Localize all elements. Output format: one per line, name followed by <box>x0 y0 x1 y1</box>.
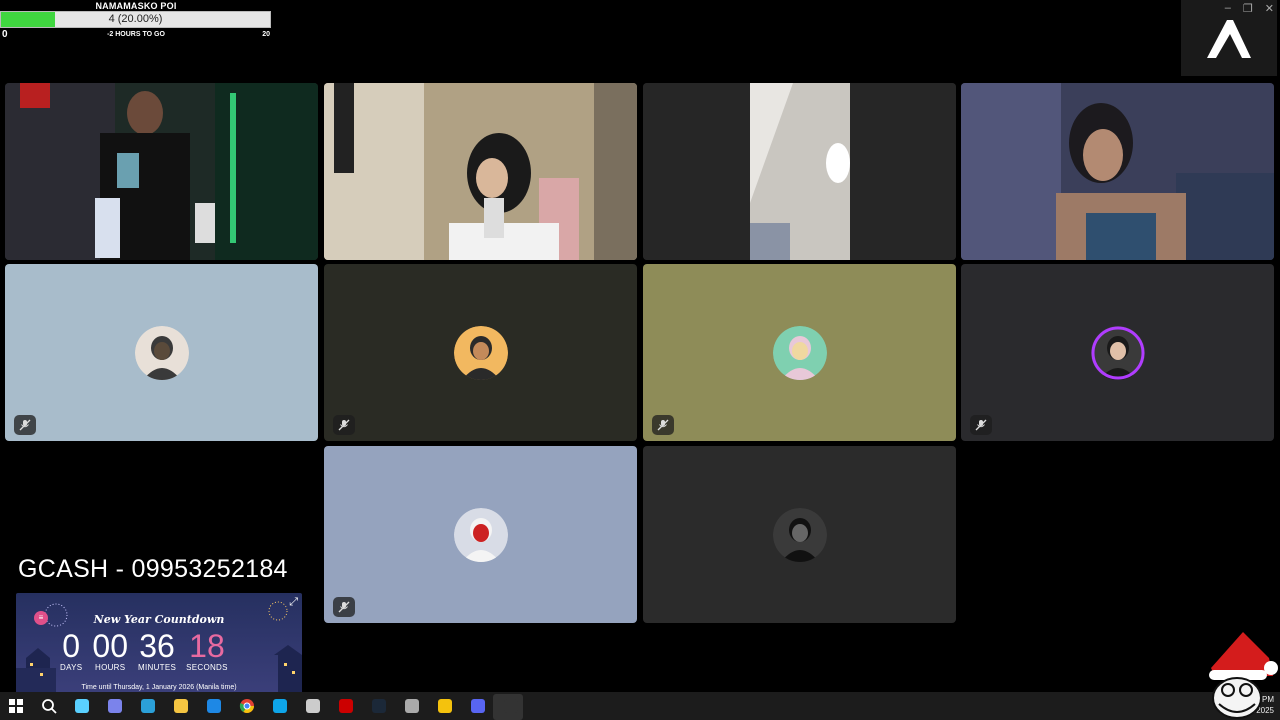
participant-video-2[interactable] <box>324 83 637 260</box>
participant-video-4[interactable] <box>961 83 1274 260</box>
muted-mic-icon <box>333 415 355 435</box>
close-button[interactable]: ✕ <box>1265 2 1274 15</box>
file-explorer-icon[interactable] <box>173 698 189 714</box>
windows-start-icon[interactable] <box>8 698 24 714</box>
taskbar: 11:23 PM 31/12/2025 <box>0 692 1280 720</box>
hours-label: HOURS <box>95 663 126 672</box>
participant-5-tile[interactable] <box>5 264 318 441</box>
muted-mic-icon <box>652 415 674 435</box>
seconds-value: 18 <box>189 628 225 664</box>
obs-icon[interactable] <box>503 698 519 714</box>
participant-7-tile[interactable] <box>643 264 956 441</box>
teams-icon[interactable] <box>107 698 123 714</box>
window-controls: – ❐ ✕ <box>1225 2 1274 15</box>
obs-tool-icon[interactable] <box>437 698 453 714</box>
goal-progress-text: 4 (20.00%) <box>108 13 163 25</box>
santa-mascot-icon <box>1209 632 1278 719</box>
days-label: DAYS <box>60 663 83 672</box>
video-feed-4 <box>961 83 1274 260</box>
countdown-units: 0 DAYS 00 HOURS 36 MINUTES 18 SECONDS <box>60 629 228 672</box>
muted-mic-icon <box>14 415 36 435</box>
participant-video-1[interactable] <box>5 83 318 260</box>
hours-value: 00 <box>92 628 128 664</box>
participant-6-tile[interactable] <box>324 264 637 441</box>
donation-goal-widget: NAMAMASKO POI 4 (20.00%) 0 -2 HOURS TO G… <box>0 0 272 40</box>
countdown-title: New Year Countdown <box>93 613 225 626</box>
hours-unit: 00 HOURS <box>92 629 128 672</box>
video-feed-3 <box>643 83 956 260</box>
muted-mic-icon <box>970 415 992 435</box>
participant-7-avatar <box>772 325 827 380</box>
logo-icon <box>1207 20 1251 58</box>
minimize-button[interactable]: – <box>1225 2 1231 15</box>
gcash-text: GCASH - 09953252184 <box>18 555 288 583</box>
participant-9-avatar <box>453 507 508 562</box>
participant-9-tile[interactable] <box>324 446 637 623</box>
app-icon[interactable] <box>305 698 321 714</box>
maximize-button[interactable]: ❐ <box>1243 2 1253 15</box>
steam-icon[interactable] <box>371 698 387 714</box>
discord-icon[interactable] <box>470 698 486 714</box>
participant-5-avatar <box>134 325 189 380</box>
days-value: 0 <box>62 628 81 664</box>
expand-icon[interactable]: ⤢ <box>289 596 298 609</box>
app-grid-icon[interactable] <box>404 698 420 714</box>
goal-max: 20 <box>262 31 270 38</box>
minutes-unit: 36 MINUTES <box>138 629 176 672</box>
countdown-footer: Time until Thursday, 1 January 2026 (Man… <box>81 684 237 691</box>
seconds-unit: 18 SECONDS <box>186 629 228 672</box>
store-icon[interactable] <box>272 698 288 714</box>
new-year-countdown-widget: ≡ ⤢ New Year Countdown 0 DAYS 00 HOURS 3… <box>16 593 302 693</box>
participant-8-tile[interactable] <box>961 264 1274 441</box>
minutes-label: MINUTES <box>138 663 177 672</box>
chrome-icon[interactable] <box>239 698 255 714</box>
goal-title: NAMAMASKO POI <box>95 1 177 11</box>
minutes-value: 36 <box>139 628 175 664</box>
video-editor-icon[interactable] <box>338 698 354 714</box>
participant-10-tile[interactable] <box>643 446 956 623</box>
participant-video-3[interactable] <box>643 83 956 260</box>
goal-progress-bar: 4 (20.00%) <box>0 11 271 28</box>
video-feed-1 <box>5 83 318 260</box>
days-unit: 0 DAYS <box>60 629 82 672</box>
muted-mic-icon <box>333 597 355 617</box>
copilot-icon[interactable] <box>74 698 90 714</box>
participant-6-avatar <box>453 325 508 380</box>
outlook-icon[interactable] <box>206 698 222 714</box>
participant-10-avatar <box>772 507 827 562</box>
edge-icon[interactable] <box>140 698 156 714</box>
search-icon[interactable] <box>41 698 57 714</box>
goal-subtitle: -2 HOURS TO GO <box>107 31 165 38</box>
video-feed-2 <box>324 83 637 260</box>
participant-8-avatar <box>1090 325 1145 380</box>
seconds-label: SECONDS <box>186 663 228 672</box>
